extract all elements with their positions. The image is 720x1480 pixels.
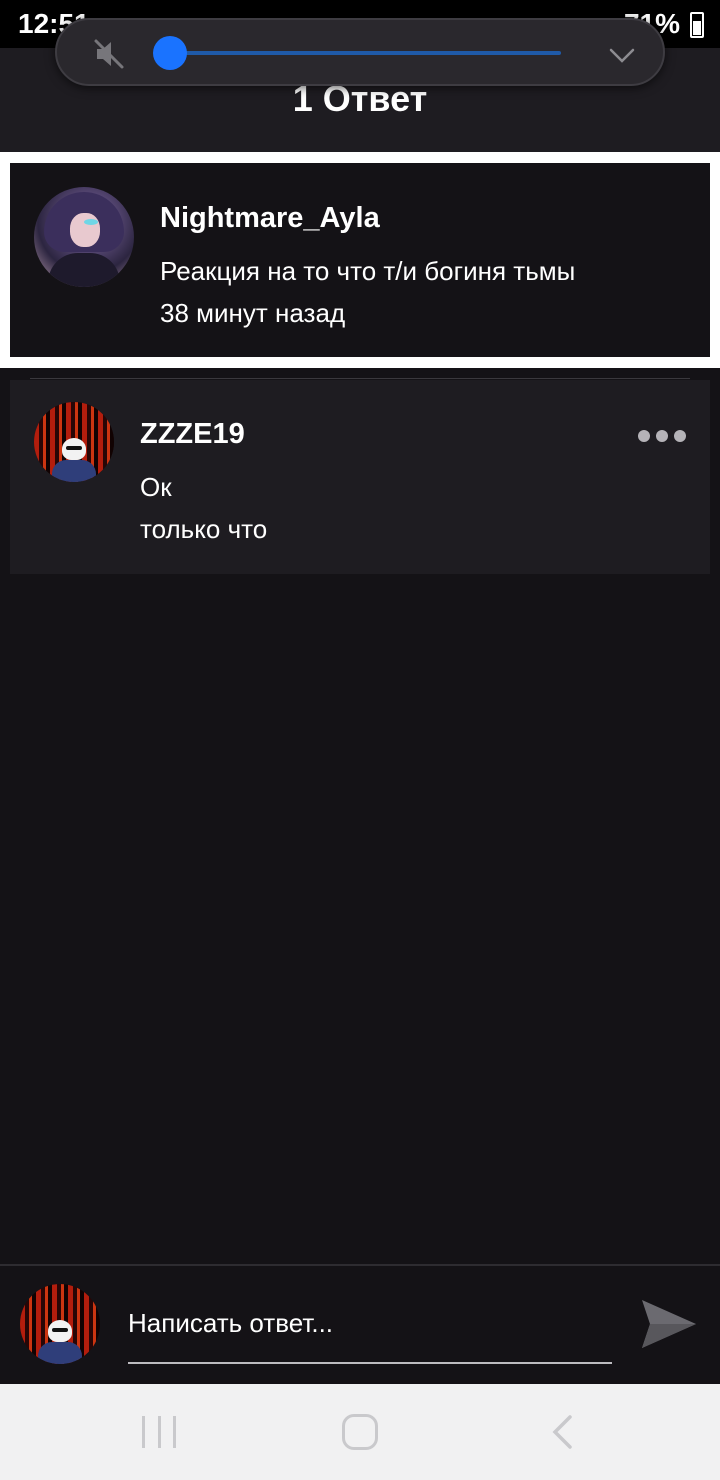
- recents-button[interactable]: [142, 1416, 176, 1448]
- home-button[interactable]: [342, 1414, 378, 1450]
- reply-input[interactable]: Написать ответ...: [128, 1302, 612, 1364]
- mute-icon[interactable]: [91, 36, 127, 72]
- volume-slider-thumb[interactable]: [153, 36, 187, 70]
- reply-item: [10, 380, 710, 574]
- dot-icon: [656, 430, 668, 442]
- reply-text: Ок: [140, 472, 172, 502]
- reply-author[interactable]: ZZZE19: [140, 418, 245, 451]
- post-author[interactable]: Nightmare_Ayla: [160, 202, 380, 235]
- divider: [30, 378, 690, 379]
- post-timestamp: 38 минут назад: [160, 298, 346, 328]
- send-icon[interactable]: [640, 1296, 698, 1352]
- back-icon[interactable]: [548, 1414, 578, 1450]
- avatar[interactable]: [34, 402, 114, 482]
- battery-icon: [690, 12, 704, 38]
- dot-icon: [638, 430, 650, 442]
- volume-panel: [55, 18, 665, 86]
- volume-slider-track[interactable]: [165, 51, 561, 55]
- reply-timestamp: только что: [140, 514, 268, 544]
- dot-icon: [674, 430, 686, 442]
- avatar: [20, 1284, 100, 1364]
- avatar[interactable]: [34, 187, 134, 287]
- more-options-button[interactable]: [638, 424, 692, 448]
- post-text: Реакция на то что т/и богиня тьмы: [160, 256, 576, 286]
- chevron-down-icon[interactable]: [607, 40, 637, 70]
